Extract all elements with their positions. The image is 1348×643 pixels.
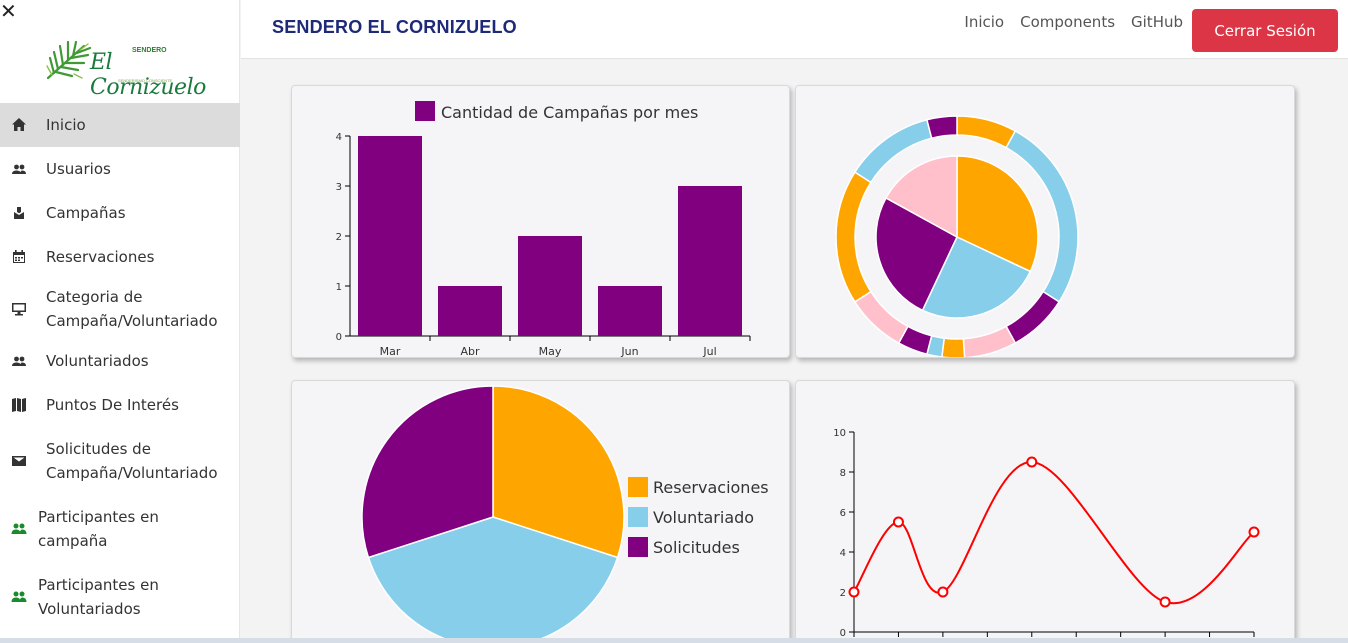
donut-chart-card <box>795 85 1295 358</box>
sidebar-item-label: Solicitudes de Campaña/Voluntariado <box>46 440 218 482</box>
home-icon <box>10 116 28 134</box>
pie-ring-chart <box>835 115 1079 357</box>
y-tick-label: 1 <box>336 282 342 293</box>
calendar-icon <box>10 248 28 266</box>
data-point <box>1026 456 1038 468</box>
y-tick-label: 0 <box>336 332 342 343</box>
x-tick-label: Jun <box>620 345 638 358</box>
envelope-icon <box>10 452 28 470</box>
map-icon <box>10 396 28 414</box>
logout-button[interactable]: Cerrar Sesión <box>1192 9 1338 52</box>
bar <box>358 136 422 336</box>
ring-segment <box>835 171 872 303</box>
nav-links: Inicio Components GitHub <box>964 13 1183 31</box>
people-icon <box>10 520 28 538</box>
logo-title: El Cornizuelo <box>90 50 206 100</box>
sidebar-item-solicitudes[interactable]: Solicitudes de Campaña/Voluntariado <box>0 427 240 495</box>
users-icon <box>10 160 28 178</box>
bar <box>518 236 582 336</box>
ring-segment <box>956 115 1017 149</box>
x-tick-label: Jul <box>702 345 716 358</box>
users-icon <box>10 352 28 370</box>
sidebar: ✕ SENDERO El Cornizuelo SENDERISMO CONSC… <box>0 0 240 643</box>
horizontal-scrollbar[interactable] <box>0 638 1348 643</box>
sidebar-item-label: Categoria de Campaña/Voluntariado <box>46 288 218 330</box>
data-point <box>848 586 860 598</box>
logo: SENDERO El Cornizuelo SENDERISMO CONSCIE… <box>44 38 206 100</box>
x-tick-label: Abr <box>460 345 480 358</box>
pie-chart: Reservaciones Voluntariado Solicitudes <box>361 385 769 643</box>
y-tick-label: 4 <box>840 548 846 559</box>
bar-chart: Cantidad de Campañas por mes 0 1 2 3 4 Mar Abr M… <box>336 101 751 358</box>
series-line <box>853 460 1255 605</box>
y-tick-label: 8 <box>840 468 846 479</box>
line-chart: 0246810 <box>833 428 1260 639</box>
y-tick-label: 3 <box>336 182 342 193</box>
top-navbar: SENDERO EL CORNIZUELO Inicio Components … <box>241 0 1348 59</box>
brand-title[interactable]: SENDERO EL CORNIZUELO <box>272 17 517 38</box>
ring-segment <box>1005 290 1061 345</box>
sidebar-item-label: Participantes en Voluntariados <box>38 576 159 618</box>
sidebar-item-reservaciones[interactable]: Reservaciones <box>0 235 240 279</box>
data-point <box>937 586 949 598</box>
close-icon[interactable]: ✕ <box>0 0 18 22</box>
x-tick-label: Mar <box>380 345 401 358</box>
legend-swatch <box>628 537 648 557</box>
nav-link-components[interactable]: Components <box>1020 13 1115 31</box>
people-icon <box>10 588 28 606</box>
sidebar-item-label: Inicio <box>46 116 86 134</box>
y-tick-label: 6 <box>840 508 846 519</box>
data-point <box>892 516 904 528</box>
sidebar-item-participantes-voluntariados[interactable]: Participantes en Voluntariados <box>0 563 240 631</box>
ring-segment <box>925 115 958 140</box>
data-point <box>1159 596 1171 608</box>
y-tick-label: 2 <box>336 232 342 243</box>
sidebar-item-categoria[interactable]: Categoria de Campaña/Voluntariado <box>0 279 240 339</box>
sidebar-item-label: Participantes en campaña <box>38 508 159 550</box>
line-chart-card: 0 2 4 6 8 10 <box>795 380 1295 643</box>
palm-leaf-icon <box>46 40 92 80</box>
sidebar-item-label: Campañas <box>46 204 126 222</box>
sidebar-item-label: Usuarios <box>46 160 111 178</box>
sidebar-item-label: Voluntariados <box>46 352 149 370</box>
sidebar-item-inicio[interactable]: Inicio <box>0 103 240 147</box>
y-tick-label: 4 <box>336 132 342 143</box>
ring-segment <box>962 325 1017 357</box>
sidebar-item-campanas[interactable]: Campañas <box>0 191 240 235</box>
sidebar-item-puntos-de-interes[interactable]: Puntos De Interés <box>0 383 240 427</box>
pie-chart-card: Reservaciones Voluntariado Solicitudes <box>291 380 790 643</box>
sidebar-item-participantes-campana[interactable]: Participantes en campaña <box>0 495 240 563</box>
ring-segment <box>941 337 966 357</box>
desktop-icon <box>10 300 28 318</box>
legend-label: Reservaciones <box>653 478 769 497</box>
y-tick-label: 10 <box>833 428 846 439</box>
bar <box>598 286 662 336</box>
legend-swatch <box>628 507 648 527</box>
sidebar-item-usuarios[interactable]: Usuarios <box>0 147 240 191</box>
chart-legend-label: Cantidad de Campañas por mes <box>441 103 698 122</box>
donate-icon <box>10 204 28 222</box>
bar-chart-card: Cantidad de Campañas por mes 0 1 2 3 4 Mar Abr M… <box>291 85 790 358</box>
y-tick-label: 2 <box>840 588 846 599</box>
bar <box>438 286 502 336</box>
nav-link-github[interactable]: GitHub <box>1131 13 1183 31</box>
legend-label: Voluntariado <box>653 508 754 527</box>
data-point <box>1248 526 1260 538</box>
nav-link-inicio[interactable]: Inicio <box>964 13 1004 31</box>
sidebar-item-voluntariados[interactable]: Voluntariados <box>0 339 240 383</box>
legend-swatch <box>628 477 648 497</box>
x-tick-label: May <box>539 345 562 358</box>
sidebar-item-label: Puntos De Interés <box>46 396 179 414</box>
legend-label: Solicitudes <box>653 538 740 557</box>
ring-segment <box>853 290 909 345</box>
sidebar-item-label: Reservaciones <box>46 248 155 266</box>
legend-swatch <box>415 101 435 121</box>
bar <box>678 186 742 336</box>
logo-tagline: SENDERISMO CONSCIENTE <box>118 78 173 83</box>
sidebar-menu: Inicio Usuarios Campañas Reservaciones Categ… <box>0 103 240 631</box>
